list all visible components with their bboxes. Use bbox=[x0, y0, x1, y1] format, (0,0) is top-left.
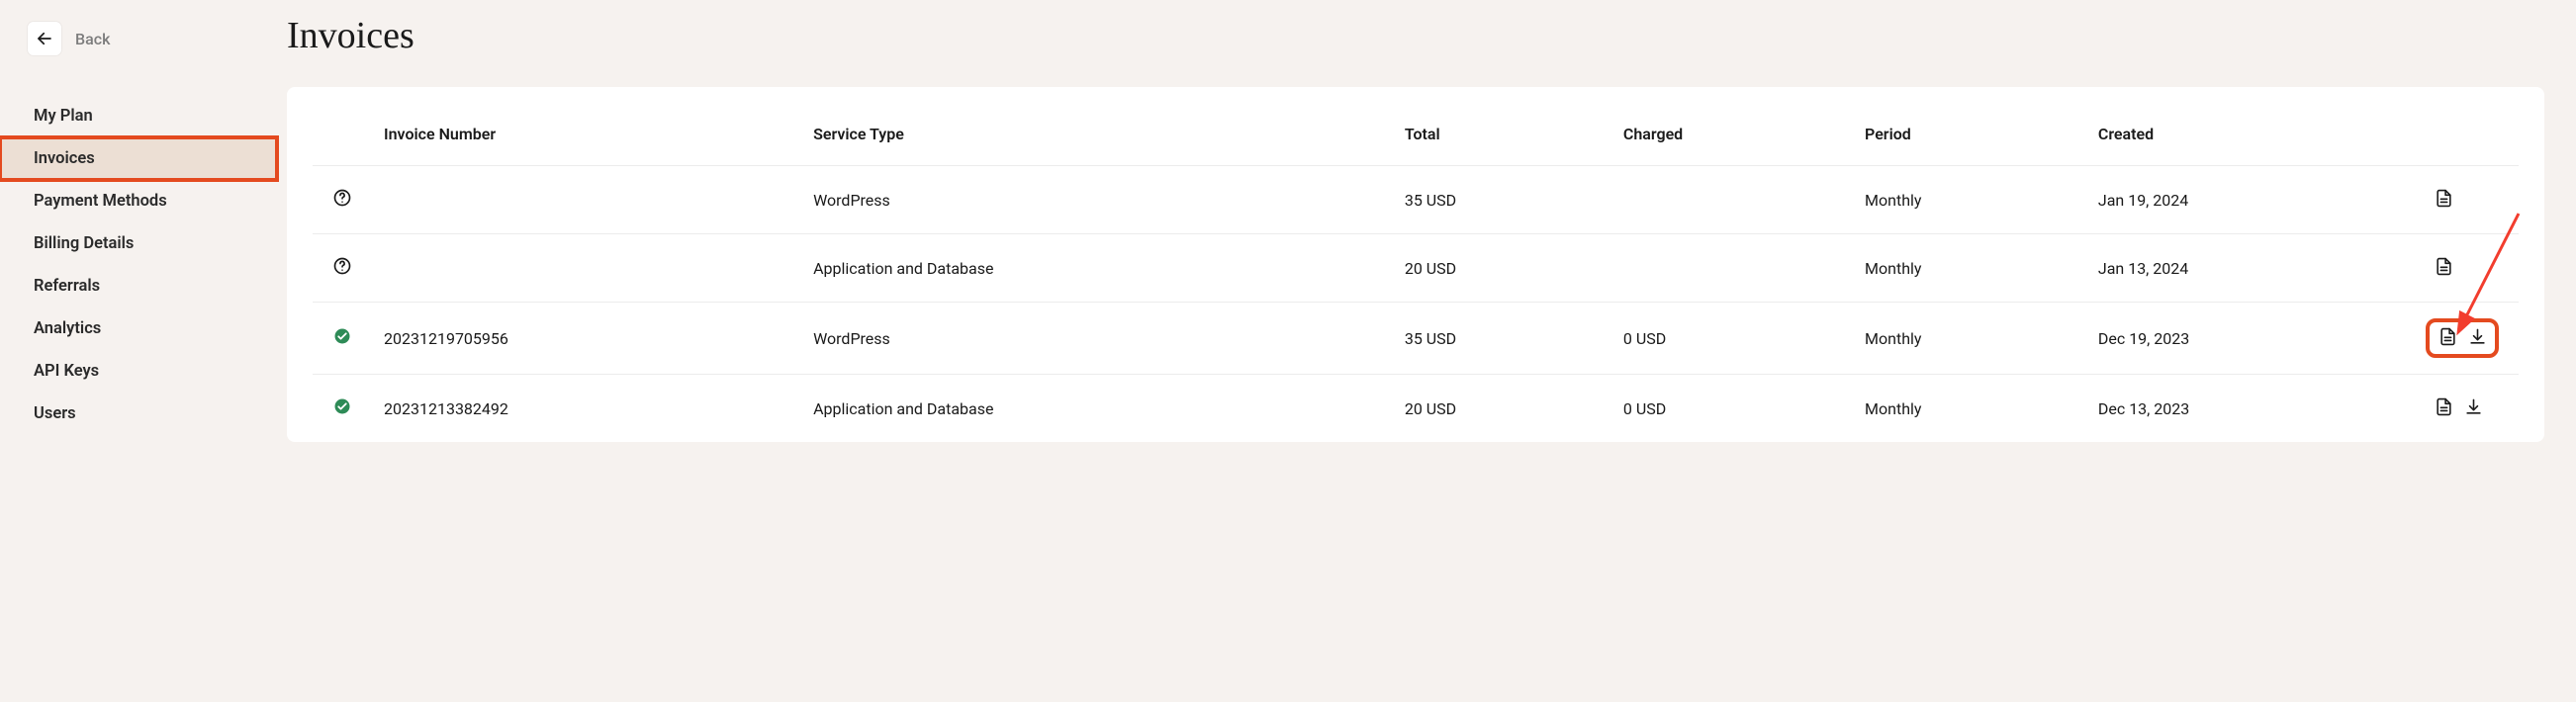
cell-invoice-number: 20231213382492 bbox=[372, 375, 801, 443]
check-circle-icon bbox=[333, 330, 351, 349]
cell-created: Dec 13, 2023 bbox=[2086, 375, 2420, 443]
col-status bbox=[313, 115, 372, 166]
sidebar-item-users[interactable]: Users bbox=[0, 393, 277, 435]
sidebar-item-payment-methods[interactable]: Payment Methods bbox=[0, 180, 277, 222]
col-total: Total bbox=[1393, 115, 1611, 166]
download-invoice-button[interactable] bbox=[2461, 396, 2485, 420]
col-service-type: Service Type bbox=[801, 115, 1393, 166]
sidebar-nav: My PlanInvoicesPayment MethodsBilling De… bbox=[0, 95, 277, 435]
cell-total: 35 USD bbox=[1393, 303, 1611, 375]
invoices-table: Invoice Number Service Type Total Charge… bbox=[313, 115, 2519, 442]
cell-actions bbox=[2420, 375, 2519, 443]
cell-charged bbox=[1611, 166, 1853, 234]
cell-charged bbox=[1611, 234, 1853, 303]
table-row: WordPress35 USD MonthlyJan 19, 2024 bbox=[313, 166, 2519, 234]
status-pending bbox=[313, 166, 372, 234]
question-circle-icon bbox=[332, 193, 352, 212]
table-row: 20231219705956WordPress35 USD0 USDMonthl… bbox=[313, 303, 2519, 375]
page-title: Invoices bbox=[287, 14, 2544, 57]
table-row: 20231213382492Application and Database20… bbox=[313, 375, 2519, 443]
check-circle-icon bbox=[333, 400, 351, 419]
cell-service-type: Application and Database bbox=[801, 234, 1393, 303]
download-invoice-button[interactable] bbox=[2465, 326, 2489, 350]
col-period: Period bbox=[1853, 115, 2086, 166]
actions-group bbox=[2432, 324, 2493, 352]
question-circle-icon bbox=[332, 261, 352, 280]
col-created: Created bbox=[2086, 115, 2420, 166]
cell-service-type: WordPress bbox=[801, 166, 1393, 234]
document-icon bbox=[2435, 397, 2453, 420]
cell-total: 20 USD bbox=[1393, 234, 1611, 303]
cell-actions bbox=[2420, 166, 2519, 234]
cell-service-type: Application and Database bbox=[801, 375, 1393, 443]
download-icon bbox=[2464, 397, 2483, 420]
back-button[interactable] bbox=[28, 22, 61, 55]
cell-actions bbox=[2420, 303, 2519, 375]
back-row: Back bbox=[0, 22, 277, 55]
actions-group bbox=[2432, 193, 2455, 212]
sidebar-item-my-plan[interactable]: My Plan bbox=[0, 95, 277, 137]
col-actions bbox=[2420, 115, 2519, 166]
actions-group bbox=[2432, 261, 2455, 280]
cell-created: Dec 19, 2023 bbox=[2086, 303, 2420, 375]
col-invoice-number: Invoice Number bbox=[372, 115, 801, 166]
view-invoice-button[interactable] bbox=[2436, 326, 2459, 350]
cell-charged: 0 USD bbox=[1611, 375, 1853, 443]
status-paid bbox=[313, 375, 372, 443]
invoices-panel: Invoice Number Service Type Total Charge… bbox=[287, 87, 2544, 442]
status-pending bbox=[313, 234, 372, 303]
status-paid bbox=[313, 303, 372, 375]
cell-period: Monthly bbox=[1853, 303, 2086, 375]
sidebar-item-api-keys[interactable]: API Keys bbox=[0, 350, 277, 393]
table-row: Application and Database20 USD MonthlyJan… bbox=[313, 234, 2519, 303]
view-invoice-button[interactable] bbox=[2432, 396, 2455, 420]
cell-period: Monthly bbox=[1853, 234, 2086, 303]
arrow-left-icon bbox=[36, 30, 53, 47]
view-invoice-button[interactable] bbox=[2432, 256, 2455, 280]
download-icon bbox=[2468, 327, 2487, 350]
document-icon bbox=[2435, 189, 2453, 212]
sidebar-item-invoices[interactable]: Invoices bbox=[0, 137, 277, 180]
cell-charged: 0 USD bbox=[1611, 303, 1853, 375]
cell-total: 35 USD bbox=[1393, 166, 1611, 234]
document-icon bbox=[2435, 257, 2453, 280]
table-header-row: Invoice Number Service Type Total Charge… bbox=[313, 115, 2519, 166]
cell-total: 20 USD bbox=[1393, 375, 1611, 443]
back-label: Back bbox=[75, 30, 110, 48]
document-icon bbox=[2438, 327, 2457, 350]
sidebar-item-referrals[interactable]: Referrals bbox=[0, 265, 277, 307]
cell-service-type: WordPress bbox=[801, 303, 1393, 375]
cell-period: Monthly bbox=[1853, 166, 2086, 234]
sidebar-item-billing-details[interactable]: Billing Details bbox=[0, 222, 277, 265]
cell-invoice-number bbox=[372, 234, 801, 303]
cell-invoice-number bbox=[372, 166, 801, 234]
sidebar-item-analytics[interactable]: Analytics bbox=[0, 307, 277, 350]
cell-created: Jan 19, 2024 bbox=[2086, 166, 2420, 234]
col-charged: Charged bbox=[1611, 115, 1853, 166]
actions-group bbox=[2432, 401, 2485, 420]
cell-invoice-number: 20231219705956 bbox=[372, 303, 801, 375]
cell-period: Monthly bbox=[1853, 375, 2086, 443]
main: Invoices Invoice Number Service Type Tot… bbox=[277, 0, 2576, 702]
sidebar: Back My PlanInvoicesPayment MethodsBilli… bbox=[0, 0, 277, 702]
view-invoice-button[interactable] bbox=[2432, 188, 2455, 212]
cell-created: Jan 13, 2024 bbox=[2086, 234, 2420, 303]
cell-actions bbox=[2420, 234, 2519, 303]
